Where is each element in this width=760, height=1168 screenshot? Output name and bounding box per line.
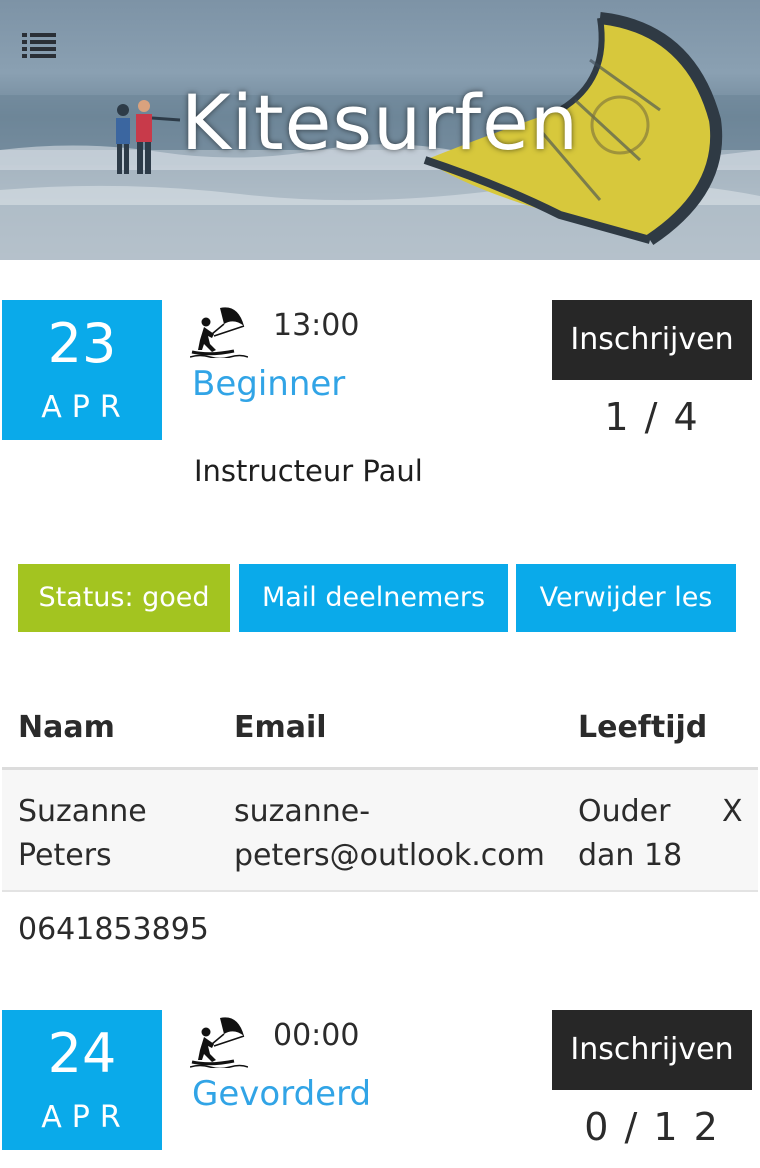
participant-count: 1 / 4 [604, 395, 700, 439]
date-month: APR [41, 1100, 131, 1135]
participant-age-line1: Ouder [578, 794, 671, 829]
participant-last-name: Peters [18, 838, 112, 873]
participant-name: Suzanne Peters [18, 790, 147, 878]
signup-button[interactable]: Inschrijven [552, 300, 752, 380]
mail-participants-button[interactable]: Mail deelnemers [239, 564, 508, 632]
participant-email-line2: peters@outlook.com [234, 838, 545, 873]
participant-phone: 0641853895 [18, 912, 209, 947]
lesson-level: Beginner [192, 364, 346, 404]
column-header-email: Email [234, 710, 327, 745]
participant-email: suzanne- peters@outlook.com [234, 790, 545, 878]
date-day: 24 [47, 1022, 117, 1085]
kitesurfer-icon [190, 1017, 248, 1068]
lesson-time: 00:00 [273, 1018, 360, 1053]
lesson-level: Gevorderd [192, 1074, 372, 1114]
lesson-instructor: Instructeur Paul [194, 454, 423, 488]
signup-button[interactable]: Inschrijven [552, 1010, 752, 1090]
page-title: Kitesurfen [180, 78, 580, 167]
date-day: 23 [47, 312, 117, 375]
participant-count: 0 / 1 2 [584, 1105, 720, 1149]
status-button[interactable]: Status: goed [18, 564, 230, 632]
kitesurfer-icon [190, 307, 248, 358]
delete-lesson-button[interactable]: Verwijder les [516, 564, 736, 632]
remove-participant-button[interactable]: X [722, 790, 743, 834]
participant-email-line1: suzanne- [234, 794, 371, 829]
date-badge: 24 APR [2, 1010, 162, 1150]
column-header-age: Leeftijd [578, 710, 708, 745]
hero-banner: Kitesurfen [0, 0, 760, 260]
date-badge: 23 APR [2, 300, 162, 440]
participant-age-line2: dan 18 [578, 838, 683, 873]
participant-age: Ouder dan 18 [578, 790, 682, 878]
list-icon[interactable] [20, 30, 60, 60]
date-month: APR [41, 390, 131, 425]
participant-first-name: Suzanne [18, 794, 147, 829]
column-header-name: Naam [18, 710, 115, 745]
lesson-time: 13:00 [273, 308, 360, 343]
